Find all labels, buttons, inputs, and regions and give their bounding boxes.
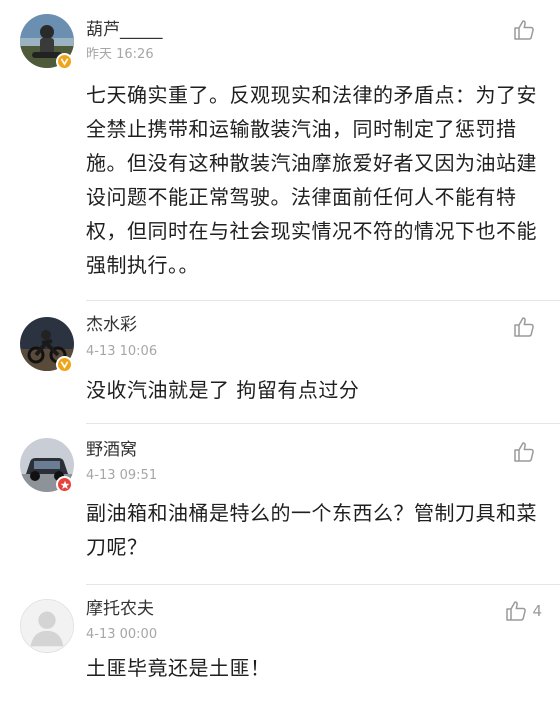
divider (86, 423, 560, 424)
comment-text: 没收汽油就是了 拘留有点过分 (86, 378, 360, 402)
username[interactable]: 摩托农夫 (86, 599, 154, 619)
username[interactable]: 野酒窝 (86, 440, 137, 460)
comment-text: 土匪毕竟还是土匪！ (86, 656, 271, 680)
verified-v-badge (56, 53, 73, 70)
divider (86, 300, 560, 301)
comment-time: 4-13 09:51 (86, 468, 158, 483)
comment-text: 七天确实重了。反观现实和法律的矛盾点：为了安全禁止携带和运输散装汽油，同时制定了… (86, 83, 537, 277)
thumbs-up-icon (506, 601, 527, 621)
username[interactable]: 葫芦_____ (86, 20, 163, 40)
like-button[interactable] (512, 440, 540, 464)
comment-time: 4-13 00:00 (86, 627, 158, 642)
verified-v-badge (56, 356, 73, 373)
like-count: 4 (532, 602, 542, 620)
comment-text: 副油箱和油桶是特么的一个东西么？管制刀具和菜刀呢？ (86, 501, 537, 559)
comment-item: 葫芦_____ 昨天 16:26 七天确实重了。反观现实和法律的矛盾点：为了安全… (0, 0, 560, 305)
thumbs-up-icon (514, 442, 534, 462)
like-button[interactable] (512, 315, 540, 339)
comment-item: 杰水彩 4-13 10:06 没收汽油就是了 拘留有点过分 (0, 305, 560, 425)
thumbs-up-icon (514, 317, 534, 337)
username[interactable]: 杰水彩 (86, 315, 137, 335)
comment-time: 昨天 16:26 (86, 47, 154, 62)
thumbs-up-icon (514, 20, 534, 40)
star-badge (56, 476, 73, 493)
like-button[interactable]: 4 (504, 599, 542, 623)
comment-item: 野酒窝 4-13 09:51 副油箱和油桶是特么的一个东西么？管制刀具和菜刀呢？ (0, 428, 560, 586)
comment-time: 4-13 10:06 (86, 344, 158, 359)
divider (86, 584, 560, 585)
comment-item: 摩托农夫 4-13 00:00 4 土匪毕竟还是土匪！ (0, 589, 560, 707)
like-button[interactable] (512, 18, 540, 42)
default-avatar-icon (21, 600, 73, 652)
avatar[interactable] (20, 599, 74, 653)
